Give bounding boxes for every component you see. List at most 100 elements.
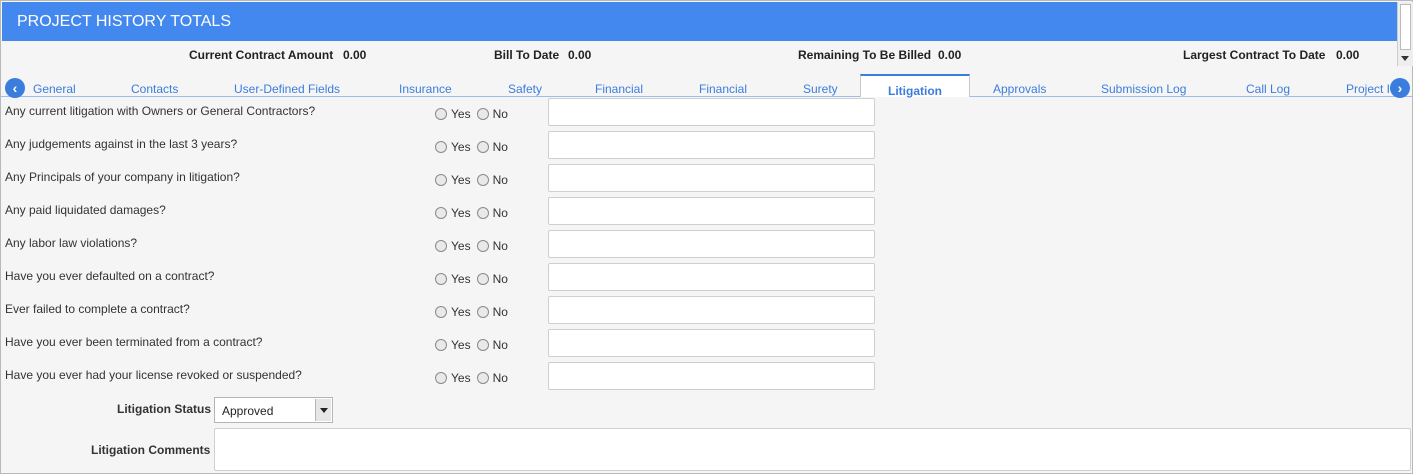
largest-contract-to-date-label: Largest Contract To Date [1183,48,1326,62]
bill-to-date-value: 0.00 [568,48,592,62]
yes-radio-label[interactable]: Yes [451,371,471,385]
no-radio-label[interactable]: No [493,371,508,385]
question-row: Any paid liquidated damages? Yes No [1,197,881,230]
question-label: Any labor law violations? [5,236,138,250]
yes-radio-label[interactable]: Yes [451,206,471,220]
yes-no-radio-group: Yes No [435,272,514,286]
no-radio[interactable] [476,372,489,384]
question-label: Any current litigation with Owners or Ge… [5,104,316,118]
scroll-down-icon[interactable] [1401,56,1409,61]
no-radio-label[interactable]: No [493,338,508,352]
tab-submission-log[interactable]: Submission Log [1101,82,1186,96]
question-row: Have you ever had your license revoked o… [1,362,881,395]
no-radio[interactable] [476,174,489,186]
question-row: Any judgements against in the last 3 yea… [1,131,881,164]
current-contract-amount-value: 0.00 [343,48,367,62]
chevron-left-icon[interactable]: ‹ [5,78,25,98]
scroll-thumb[interactable] [1400,4,1411,50]
explanation-input[interactable] [548,263,875,291]
dropdown-button[interactable] [315,399,331,421]
bill-to-date-label: Bill To Date [494,48,560,62]
tab-call-log[interactable]: Call Log [1246,82,1290,96]
yes-radio-label[interactable]: Yes [451,107,471,121]
yes-no-radio-group: Yes No [435,107,514,121]
chevron-right-icon[interactable]: › [1390,78,1410,98]
explanation-input[interactable] [548,362,875,390]
explanation-input[interactable] [548,98,875,126]
question-row: Ever failed to complete a contract? Yes No [1,296,881,329]
question-row: Have you ever been terminated from a con… [1,329,881,362]
explanation-input[interactable] [548,164,875,192]
question-label: Ever failed to complete a contract? [5,302,190,316]
no-radio-label[interactable]: No [493,206,508,220]
tab-contacts[interactable]: Contacts [131,82,178,96]
no-radio[interactable] [476,240,489,252]
tab-financial-2[interactable]: Financial [699,82,747,96]
yes-radio-label[interactable]: Yes [451,239,471,253]
yes-no-radio-group: Yes No [435,173,514,187]
no-radio[interactable] [476,306,489,318]
no-radio[interactable] [476,207,489,219]
yes-radio-label[interactable]: Yes [451,173,471,187]
yes-radio-label[interactable]: Yes [451,338,471,352]
no-radio[interactable] [476,273,489,285]
yes-radio[interactable] [435,273,447,285]
panel-title: PROJECT HISTORY TOTALS [2,2,1411,41]
tab-approvals[interactable]: Approvals [993,82,1046,96]
litigation-status-value: Approved [222,404,274,418]
tab-litigation-label: Litigation [888,84,942,98]
tab-general[interactable]: General [33,82,76,96]
largest-contract-to-date-value: 0.00 [1336,48,1360,62]
no-radio-label[interactable]: No [493,107,508,121]
yes-no-radio-group: Yes No [435,305,514,319]
yes-radio[interactable] [435,240,447,252]
totals-bar: Current Contract Amount 0.00 Bill To Dat… [1,41,1397,73]
yes-radio[interactable] [435,207,447,219]
vertical-scrollbar[interactable] [1397,2,1413,66]
yes-radio[interactable] [435,108,447,120]
no-radio[interactable] [476,141,489,153]
litigation-comments-textarea[interactable] [214,428,1411,471]
tab-project[interactable]: Project I [1346,82,1391,96]
explanation-input[interactable] [548,197,875,225]
tab-user-defined-fields[interactable]: User-Defined Fields [234,82,340,96]
no-radio[interactable] [476,108,489,120]
yes-no-radio-group: Yes No [435,140,514,154]
yes-radio-label[interactable]: Yes [451,140,471,154]
yes-radio[interactable] [435,339,447,351]
yes-radio-label[interactable]: Yes [451,272,471,286]
tab-insurance[interactable]: Insurance [399,82,452,96]
question-label: Have you ever been terminated from a con… [5,335,263,349]
tab-financial[interactable]: Financial [595,82,643,96]
explanation-input[interactable] [548,131,875,159]
yes-radio-label[interactable]: Yes [451,305,471,319]
question-row: Any Principals of your company in litiga… [1,164,881,197]
no-radio-label[interactable]: No [493,140,508,154]
chevron-down-icon [320,408,328,413]
no-radio-label[interactable]: No [493,239,508,253]
no-radio-label[interactable]: No [493,173,508,187]
yes-no-radio-group: Yes No [435,338,514,352]
tab-safety[interactable]: Safety [508,82,542,96]
litigation-status-select[interactable]: Approved [214,397,333,423]
question-label: Have you ever had your license revoked o… [5,368,302,382]
explanation-input[interactable] [548,296,875,324]
question-row: Have you ever defaulted on a contract? Ye… [1,263,881,296]
explanation-input[interactable] [548,230,875,258]
yes-radio[interactable] [435,174,447,186]
no-radio-label[interactable]: No [493,272,508,286]
yes-radio[interactable] [435,372,447,384]
question-label: Any judgements against in the last 3 yea… [5,137,238,151]
tab-litigation[interactable]: Litigation [860,74,970,98]
no-radio-label[interactable]: No [493,305,508,319]
tab-surety[interactable]: Surety [803,82,838,96]
yes-radio[interactable] [435,306,447,318]
yes-radio[interactable] [435,141,447,153]
litigation-status-label: Litigation Status [117,402,211,416]
project-history-panel: PROJECT HISTORY TOTALS Current Contract … [0,0,1413,474]
tab-bar: ‹ General Contacts User-Defined Fields I… [1,73,1412,98]
question-label: Any Principals of your company in litiga… [5,170,240,184]
explanation-input[interactable] [548,329,875,357]
no-radio[interactable] [476,339,489,351]
yes-no-radio-group: Yes No [435,206,514,220]
